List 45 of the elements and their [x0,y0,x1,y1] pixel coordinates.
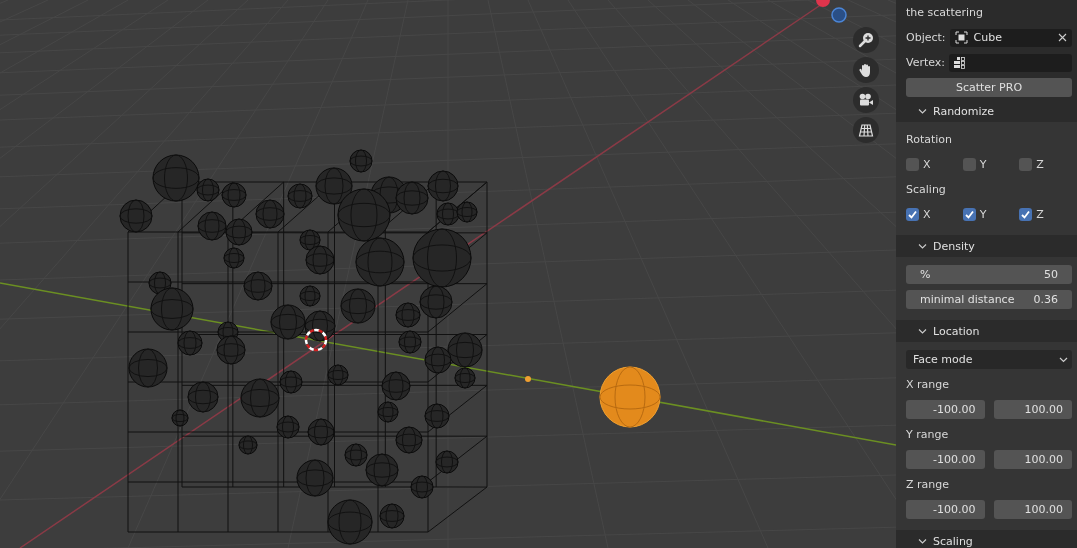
camera-icon[interactable] [853,87,879,113]
mode-dropdown[interactable]: Face mode [906,350,1072,369]
axis-checkbox[interactable]: Z [1019,158,1072,171]
axis-gizmo-handle[interactable] [816,0,830,7]
zoom-icon[interactable] [853,27,879,53]
axis-checkbox[interactable]: Z [1019,208,1072,221]
number-field[interactable]: % 50 [906,265,1072,284]
axis-checkbox[interactable]: Y [962,208,1016,221]
wireframe-sphere-drawing [599,366,661,428]
cube-icon [954,31,968,44]
number-field[interactable]: -100.00 [906,500,985,519]
field-label: Vertex: [906,56,946,69]
group-label: Z range [906,478,950,491]
clear-icon[interactable] [1058,33,1067,42]
number-field[interactable]: minimal distance 0.36 [906,290,1072,309]
axis-checkbox[interactable]: X [906,208,959,221]
vertex-group-icon [954,56,967,69]
vertex-field[interactable] [949,53,1072,72]
number-field[interactable]: 100.00 [993,400,1072,419]
3d-cursor-icon[interactable] [304,328,328,352]
panel-title: the scattering [906,6,983,19]
chevron-down-icon [1059,356,1068,363]
number-field[interactable]: -100.00 [906,400,985,419]
number-field[interactable]: 100.00 [993,450,1072,469]
hand-icon[interactable] [853,57,879,83]
checkbox-box[interactable] [906,208,919,221]
number-field[interactable]: -100.00 [906,450,985,469]
axis-checkbox[interactable]: Y [962,158,1016,171]
axis-gizmo-handle[interactable] [831,7,847,23]
group-label: X range [906,378,950,391]
group-label: Rotation [906,133,952,146]
grid-icon[interactable] [853,117,879,143]
checkbox-box[interactable] [906,158,919,171]
checkbox-box[interactable] [962,158,976,171]
group-label: Scaling [906,183,946,196]
number-field[interactable]: 100.00 [993,500,1072,519]
object-field[interactable]: Cube [949,28,1072,47]
origin-dot [525,376,531,382]
checkbox-box[interactable] [1019,208,1033,221]
checkbox-box[interactable] [1019,158,1033,171]
group-label: Y range [906,428,949,441]
scatter-button[interactable]: Scatter PRO [906,78,1072,97]
field-label: Object: [906,31,946,44]
axis-checkbox[interactable]: X [906,158,959,171]
checkbox-box[interactable] [962,208,976,221]
